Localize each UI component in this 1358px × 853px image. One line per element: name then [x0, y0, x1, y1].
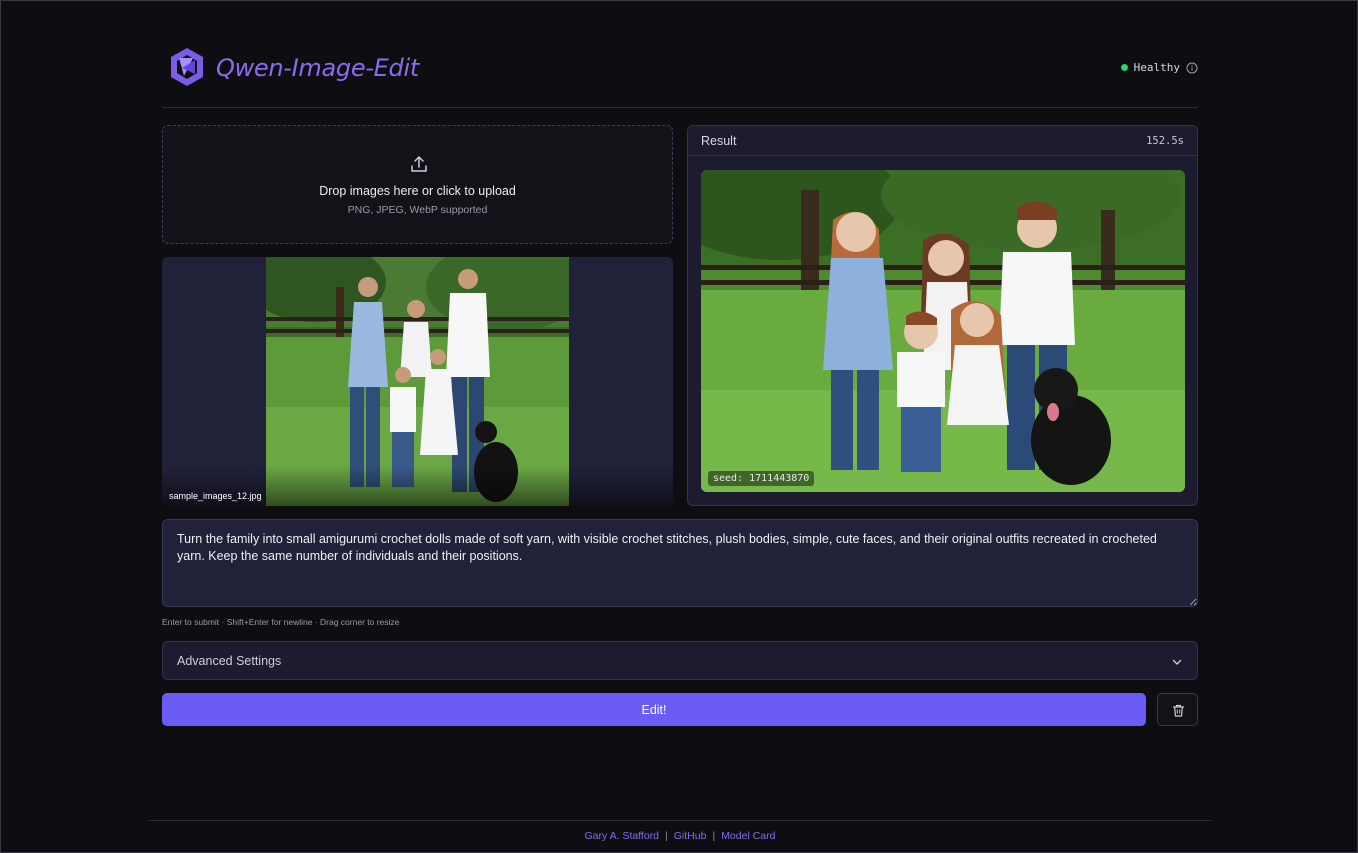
upload-title: Drop images here or click to upload — [319, 184, 516, 198]
footer-link-github[interactable]: GitHub — [674, 830, 707, 842]
result-panel: Result 152.5s seed: 1711443870 — [687, 125, 1198, 506]
result-header: Result 152.5s — [688, 126, 1197, 156]
footer: Gary A. Stafford | GitHub | Model Card — [1, 830, 1358, 842]
upload-icon — [411, 156, 427, 172]
prompt-textarea[interactable] — [162, 519, 1198, 607]
upload-subtitle: PNG, JPEG, WebP supported — [347, 204, 488, 216]
info-icon[interactable] — [1186, 62, 1198, 74]
footer-separator: | — [712, 830, 716, 842]
upload-dropzone[interactable]: Drop images here or click to upload PNG,… — [162, 125, 673, 244]
advanced-settings-toggle[interactable]: Advanced Settings — [162, 641, 1198, 680]
health-status: Healthy — [1120, 61, 1198, 74]
status-dot-icon — [1120, 64, 1128, 71]
footer-separator: | — [665, 830, 668, 842]
chevron-down-icon — [1172, 659, 1182, 665]
clear-button[interactable] — [1157, 693, 1198, 726]
prompt-hint: Enter to submit · Shift+Enter for newlin… — [162, 617, 400, 627]
status-text: Healthy — [1133, 61, 1180, 74]
footer-link-model-card[interactable]: Model Card — [721, 830, 775, 842]
result-time: 152.5s — [1146, 135, 1184, 147]
advanced-settings-label: Advanced Settings — [177, 654, 282, 668]
trash-icon — [1172, 704, 1185, 717]
footer-divider — [149, 820, 1211, 821]
footer-link-author[interactable]: Gary A. Stafford — [585, 830, 660, 842]
result-label: Result — [701, 134, 737, 148]
seed-label: seed: 1711443870 — [708, 471, 815, 486]
app-title: Qwen-Image-Edit — [216, 54, 419, 82]
qwen-logo-icon — [171, 48, 203, 86]
input-filename: sample_images_12.jpg — [169, 491, 262, 501]
result-image[interactable]: seed: 1711443870 — [701, 170, 1185, 492]
header-divider — [162, 107, 1198, 108]
input-image-card[interactable]: sample_images_12.jpg — [162, 257, 673, 506]
edit-button[interactable]: Edit! — [162, 693, 1146, 726]
result-image-art — [701, 170, 1185, 492]
app-header: Qwen-Image-Edit Healthy — [162, 41, 1198, 95]
